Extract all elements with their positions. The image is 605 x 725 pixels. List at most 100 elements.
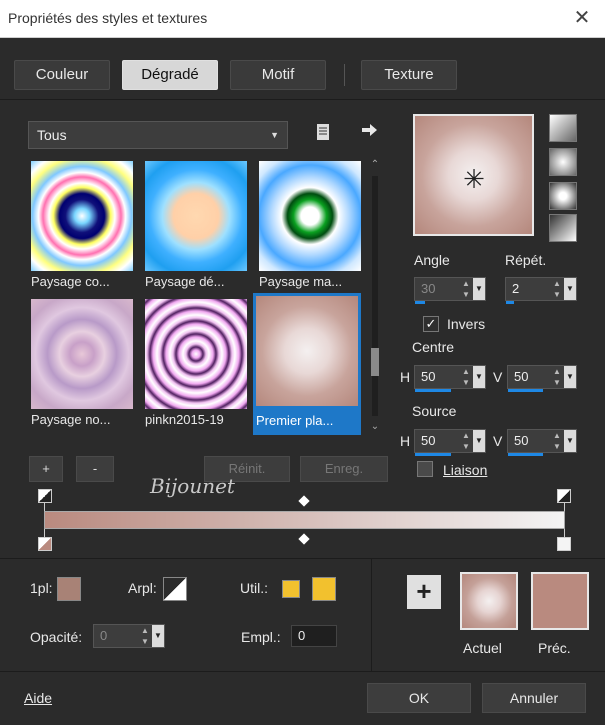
thumbnail-label: Premier pla... (256, 413, 334, 428)
arpl-swatch[interactable] (163, 577, 187, 601)
center-v-value: 50 (514, 369, 529, 384)
fpl-label: 1pl: (30, 580, 53, 596)
tab-motif[interactable]: Motif (230, 60, 326, 90)
divider (371, 559, 372, 671)
linear-gradient-icon[interactable] (549, 114, 577, 142)
add-gradient-button[interactable]: + (29, 456, 63, 482)
repeat-stepper[interactable]: 2 ▲ ▼ ▼ (505, 277, 577, 304)
chevron-down-icon[interactable]: ▼ (564, 430, 576, 452)
gradient-thumbnail[interactable]: Paysage no... (28, 296, 136, 427)
chevron-down-icon[interactable]: ▼ (152, 625, 164, 647)
angle-label: Angle (414, 252, 450, 268)
save-button[interactable]: Enreg. (300, 456, 388, 482)
gradient-preview-image (31, 299, 133, 409)
stepper-arrows-icon[interactable]: ▲ ▼ (459, 366, 473, 388)
arrow-right-icon[interactable] (358, 120, 380, 142)
tab-separator (344, 64, 345, 86)
current-label: Actuel (463, 640, 502, 656)
category-value: Tous (37, 127, 67, 143)
help-link[interactable]: Aide (24, 690, 52, 706)
gradient-thumbnail-selected[interactable]: Premier pla... (253, 293, 361, 435)
tab-degrade[interactable]: Dégradé (122, 60, 218, 90)
link-label: Liaison (443, 462, 488, 478)
chevron-up-icon[interactable]: ⌃ (368, 158, 382, 172)
thumbnail-label: pinkn2015-19 (145, 412, 224, 427)
invert-label: Invers (447, 316, 486, 332)
tab-couleur[interactable]: Couleur (14, 60, 110, 90)
gradient-thumbnail[interactable]: Paysage dé... (142, 158, 250, 289)
library-scrollbar[interactable]: ⌃ ⌄ (368, 158, 382, 434)
radial-gradient-icon[interactable] (549, 182, 577, 210)
stepper-arrows-icon[interactable]: ▲ ▼ (550, 278, 564, 300)
previous-label: Préc. (538, 640, 571, 656)
center-v-stepper[interactable]: 50 ▲ ▼ ▼ (507, 365, 577, 392)
value-bar (415, 301, 425, 304)
tab-texture[interactable]: Texture (361, 60, 457, 90)
gradient-thumbnail[interactable]: pinkn2015-19 (142, 296, 250, 427)
invert-checkbox[interactable]: ✓ (423, 316, 439, 332)
chevron-down-icon[interactable]: ▼ (473, 366, 485, 388)
opacity-label: Opacité: (30, 629, 83, 645)
divider (0, 558, 605, 559)
empl-field[interactable]: 0 (291, 625, 337, 647)
chevron-down-icon[interactable]: ▼ (564, 278, 576, 300)
previous-preview[interactable] (531, 572, 589, 630)
radial-center-icon[interactable]: ✳ (459, 164, 489, 194)
ok-button[interactable]: OK (367, 683, 471, 713)
chevron-down-icon[interactable]: ▼ (564, 366, 576, 388)
gradient-bar[interactable] (44, 511, 565, 529)
stepper-arrows-icon[interactable]: ▲ ▼ (459, 278, 473, 300)
midpoint-diamond[interactable] (298, 533, 310, 545)
remove-gradient-button[interactable]: - (76, 456, 114, 482)
gradient-thumbnail[interactable]: Paysage ma... (256, 158, 364, 289)
center-h-label: H (400, 369, 411, 385)
arpl-label: Arpl: (128, 580, 157, 596)
close-icon[interactable]: ✕ (571, 7, 593, 29)
scrollbar-track[interactable] (372, 176, 378, 416)
window-title: Propriétés des styles et textures (8, 10, 208, 26)
util-color-swatch[interactable] (312, 577, 336, 601)
angle-value: 30 (421, 281, 436, 296)
link-checkbox[interactable] (417, 461, 433, 477)
chevron-down-icon[interactable]: ⌄ (368, 420, 382, 434)
color-stop-marker[interactable] (38, 537, 52, 551)
center-h-stepper[interactable]: 50 ▲ ▼ ▼ (414, 365, 486, 392)
empl-label: Empl.: (241, 629, 281, 645)
current-preview[interactable] (460, 572, 518, 630)
source-h-stepper[interactable]: 50 ▲ ▼ ▼ (414, 429, 486, 456)
rectangular-gradient-icon[interactable] (549, 148, 577, 176)
center-label: Centre (412, 339, 455, 355)
value-bar (506, 301, 514, 304)
value-bar (415, 453, 451, 456)
chevron-down-icon[interactable]: ▼ (473, 430, 485, 452)
add-swatch-button[interactable]: + (407, 575, 441, 609)
gradient-preview-image (256, 296, 358, 406)
opacity-stepper[interactable]: 0 ▲ ▼ ▼ (93, 624, 165, 648)
cancel-button[interactable]: Annuler (482, 683, 586, 713)
stepper-arrows-icon[interactable]: ▲ ▼ (550, 366, 564, 388)
thumbnail-label: Paysage co... (31, 274, 110, 289)
sunburst-gradient-icon[interactable] (549, 214, 577, 242)
midpoint-diamond[interactable] (298, 495, 310, 507)
stepper-arrows-icon[interactable]: ▲ ▼ (138, 625, 152, 647)
source-h-value: 50 (421, 433, 436, 448)
title-bar: Propriétés des styles et textures ✕ (0, 0, 605, 38)
gradient-preview[interactable]: ✳ (413, 114, 534, 236)
transparency-stop-marker[interactable] (38, 489, 52, 503)
angle-stepper[interactable]: 30 ▲ ▼ ▼ (414, 277, 486, 304)
source-v-value: 50 (514, 433, 529, 448)
repeat-label: Répét. (505, 252, 547, 268)
category-dropdown[interactable]: Tous ▼ (28, 121, 288, 149)
document-icon[interactable] (312, 123, 334, 145)
util-color-swatch-small[interactable] (282, 580, 300, 598)
source-v-stepper[interactable]: 50 ▲ ▼ ▼ (507, 429, 577, 456)
stepper-arrows-icon[interactable]: ▲ ▼ (459, 430, 473, 452)
stepper-arrows-icon[interactable]: ▲ ▼ (550, 430, 564, 452)
scrollbar-thumb[interactable] (371, 348, 379, 376)
chevron-down-icon[interactable]: ▼ (473, 278, 485, 300)
color-stop-marker[interactable] (557, 537, 571, 551)
chevron-down-icon: ▼ (270, 130, 279, 140)
fpl-color-swatch[interactable] (57, 577, 81, 601)
transparency-stop-marker[interactable] (557, 489, 571, 503)
gradient-thumbnail[interactable]: Paysage co... (28, 158, 136, 289)
